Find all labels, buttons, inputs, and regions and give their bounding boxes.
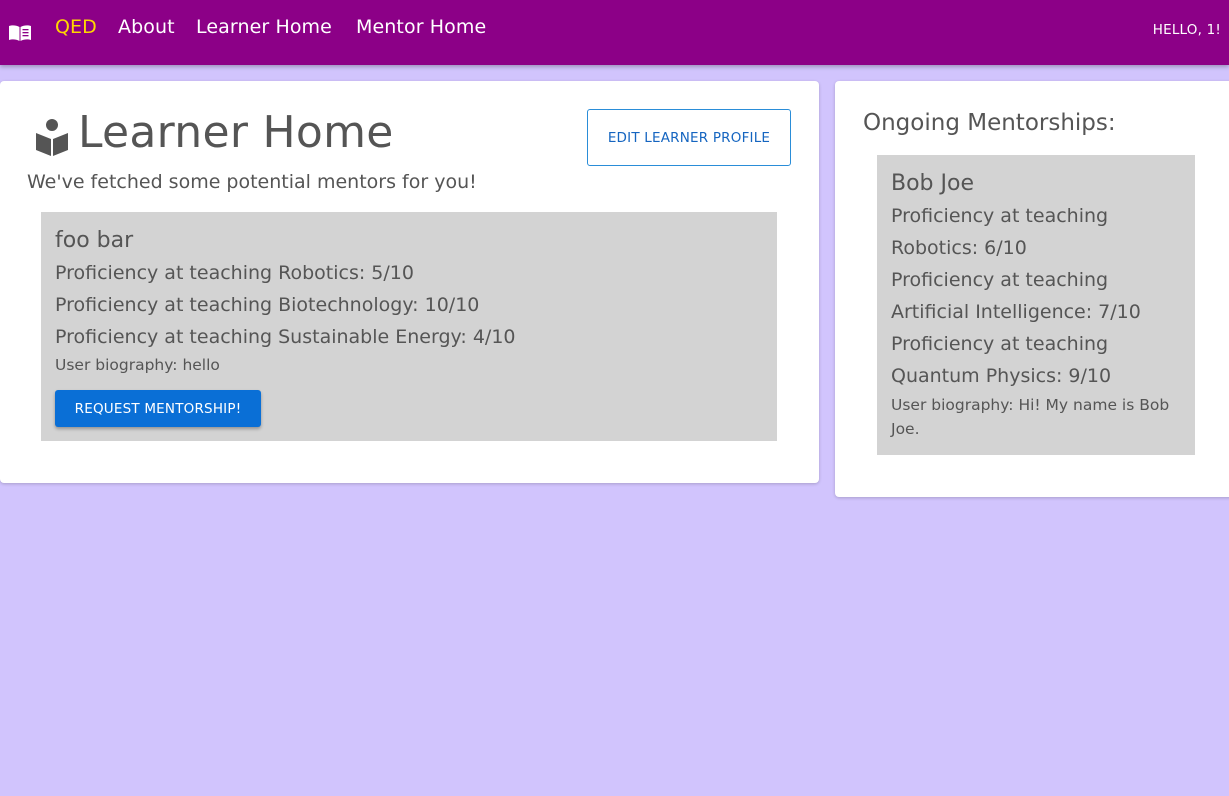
mentor-proficiency: Proficiency at teaching Robotics: 5/10 xyxy=(55,262,414,284)
book-reader-icon xyxy=(36,119,68,156)
mentor-biography: User biography: hello xyxy=(55,356,220,374)
user-greeting[interactable]: HELLO, 1! xyxy=(1153,22,1221,38)
ongoing-proficiency-line: Artificial Intelligence: 7/10 xyxy=(891,301,1141,323)
mentor-name: foo bar xyxy=(55,228,134,253)
nav-link-learner-home[interactable]: Learner Home xyxy=(196,16,332,38)
ongoing-mentor-name: Bob Joe xyxy=(891,171,974,196)
nav-link-mentor-home[interactable]: Mentor Home xyxy=(356,16,486,38)
ongoing-proficiency-line: Quantum Physics: 9/10 xyxy=(891,365,1112,387)
page-subtitle: We've fetched some potential mentors for… xyxy=(27,171,477,193)
edit-learner-profile-button[interactable]: EDIT LEARNER PROFILE xyxy=(587,109,791,166)
ongoing-proficiency-line: Proficiency at teaching xyxy=(891,269,1109,291)
request-mentorship-button[interactable]: REQUEST MENTORSHIP! xyxy=(55,390,261,427)
nav-link-about[interactable]: About xyxy=(118,16,175,38)
learner-home-card: Learner Home We've fetched some potentia… xyxy=(0,81,819,483)
ongoing-proficiency-line: Proficiency at teaching xyxy=(891,205,1109,227)
ongoing-mentor-biography: User biography: Hi! My name is Bob Joe. xyxy=(891,396,1170,438)
mentor-proficiency: Proficiency at teaching Sustainable Ener… xyxy=(55,326,516,348)
ongoing-mentorship-item: Bob Joe Proficiency at teaching Robotics… xyxy=(877,155,1195,455)
book-open-icon[interactable] xyxy=(8,24,32,42)
nav-brand-qed[interactable]: QED xyxy=(55,16,97,38)
mentor-card: foo bar Proficiency at teaching Robotics… xyxy=(41,212,777,441)
ongoing-mentorships-title: Ongoing Mentorships: xyxy=(863,110,1116,136)
ongoing-proficiency-line: Proficiency at teaching xyxy=(891,333,1109,355)
ongoing-mentorships-card: Ongoing Mentorships: Bob Joe Proficiency… xyxy=(835,81,1229,497)
ongoing-proficiency-line: Robotics: 6/10 xyxy=(891,237,1027,259)
mentor-proficiency: Proficiency at teaching Biotechnology: 1… xyxy=(55,294,480,316)
page-title: Learner Home xyxy=(78,107,394,158)
top-navbar: QED About Learner Home Mentor Home HELLO… xyxy=(0,0,1229,65)
